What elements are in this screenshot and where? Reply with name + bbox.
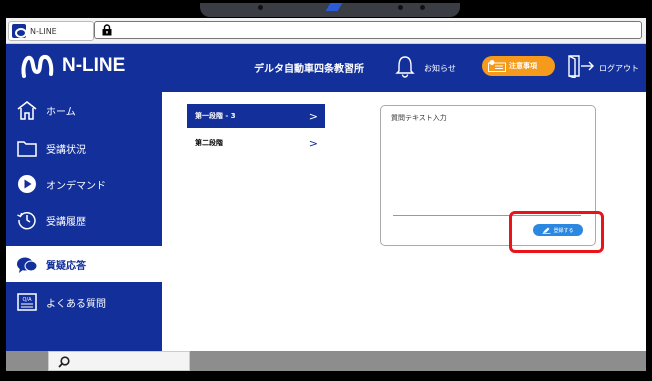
logo-text: N-LINE	[62, 55, 126, 76]
sidebar-item-faq[interactable]: Q/A よくある質問	[6, 284, 162, 320]
faq-icon: Q/A	[17, 293, 37, 311]
app-header: N-LINE デルタ自動車四条教習所 お知らせ 注意事項 ログアウト	[6, 44, 646, 92]
notice-link[interactable]: お知らせ	[424, 63, 456, 74]
step-item-second[interactable]: 第二段階 >	[187, 131, 325, 155]
chevron-right-icon: >	[308, 109, 318, 123]
logout-link[interactable]: ログアウト	[599, 63, 639, 74]
camera-dot-left	[258, 5, 263, 10]
browser-bar: N-LINE	[6, 18, 646, 44]
attention-button[interactable]: 注意事項	[482, 56, 555, 76]
step-list: 第一段階 - 3 > 第二段階 >	[187, 104, 325, 158]
attention-label: 注意事項	[509, 62, 537, 70]
bell-icon[interactable]	[394, 54, 416, 78]
sidebar-item-label: 質疑応答	[46, 260, 86, 272]
sidebar-item-label: よくある質問	[46, 298, 106, 310]
sidebar-item-label: オンデマンド	[46, 180, 106, 192]
camera-dot-right	[398, 5, 403, 10]
n-line-logo-icon	[21, 55, 54, 78]
sidebar: ホーム 受講状況 オンデマンド 受講履歴 質疑応答 Q/A よくある質問	[6, 92, 162, 351]
screen: N-LINE N-LINE デルタ自動車四条教習所 お知らせ 注意事項 ログアウ…	[6, 18, 646, 371]
sidebar-item-label: ホーム	[46, 106, 76, 118]
sidebar-item-on-demand[interactable]: オンデマンド	[6, 166, 162, 202]
sidebar-item-home[interactable]: ホーム	[6, 92, 162, 128]
svg-text:Q/A: Q/A	[22, 297, 32, 303]
sidebar-item-label: 受講状況	[46, 144, 86, 156]
sidebar-item-progress[interactable]: 受講状況	[6, 130, 162, 166]
question-input-label: 質問テキスト入力	[391, 114, 447, 122]
home-icon	[17, 101, 37, 120]
sidebar-item-qa[interactable]: 質疑応答	[6, 246, 162, 282]
search-icon	[58, 356, 70, 368]
sensor-dot	[420, 5, 425, 10]
sidebar-item-history[interactable]: 受講履歴	[6, 202, 162, 238]
school-name: デルタ自動車四条教習所	[254, 64, 364, 75]
device-frame: N-LINE N-LINE デルタ自動車四条教習所 お知らせ 注意事項 ログアウ…	[0, 0, 652, 381]
step-label: 第一段階 - 3	[195, 112, 236, 120]
chevron-right-icon: >	[308, 136, 318, 150]
notice-board-icon	[488, 60, 506, 72]
chat-icon	[17, 257, 38, 273]
play-icon	[18, 175, 36, 193]
taskbar	[6, 351, 646, 371]
step-item-first[interactable]: 第一段階 - 3 >	[187, 104, 325, 128]
taskbar-search[interactable]	[48, 351, 190, 371]
folder-icon	[17, 141, 37, 157]
sidebar-item-label: 受講履歴	[46, 216, 86, 228]
step-label: 第二段階	[195, 139, 223, 147]
browser-tab-title: N-LINE	[30, 26, 57, 36]
lock-icon	[102, 24, 112, 36]
address-bar[interactable]	[94, 21, 642, 39]
history-icon	[17, 211, 36, 230]
logout-icon[interactable]	[566, 54, 596, 78]
app-logo[interactable]: N-LINE	[20, 52, 125, 80]
browser-tab[interactable]: N-LINE	[8, 21, 94, 41]
highlight-annotation	[509, 211, 604, 253]
n-line-favicon-icon	[12, 24, 27, 38]
